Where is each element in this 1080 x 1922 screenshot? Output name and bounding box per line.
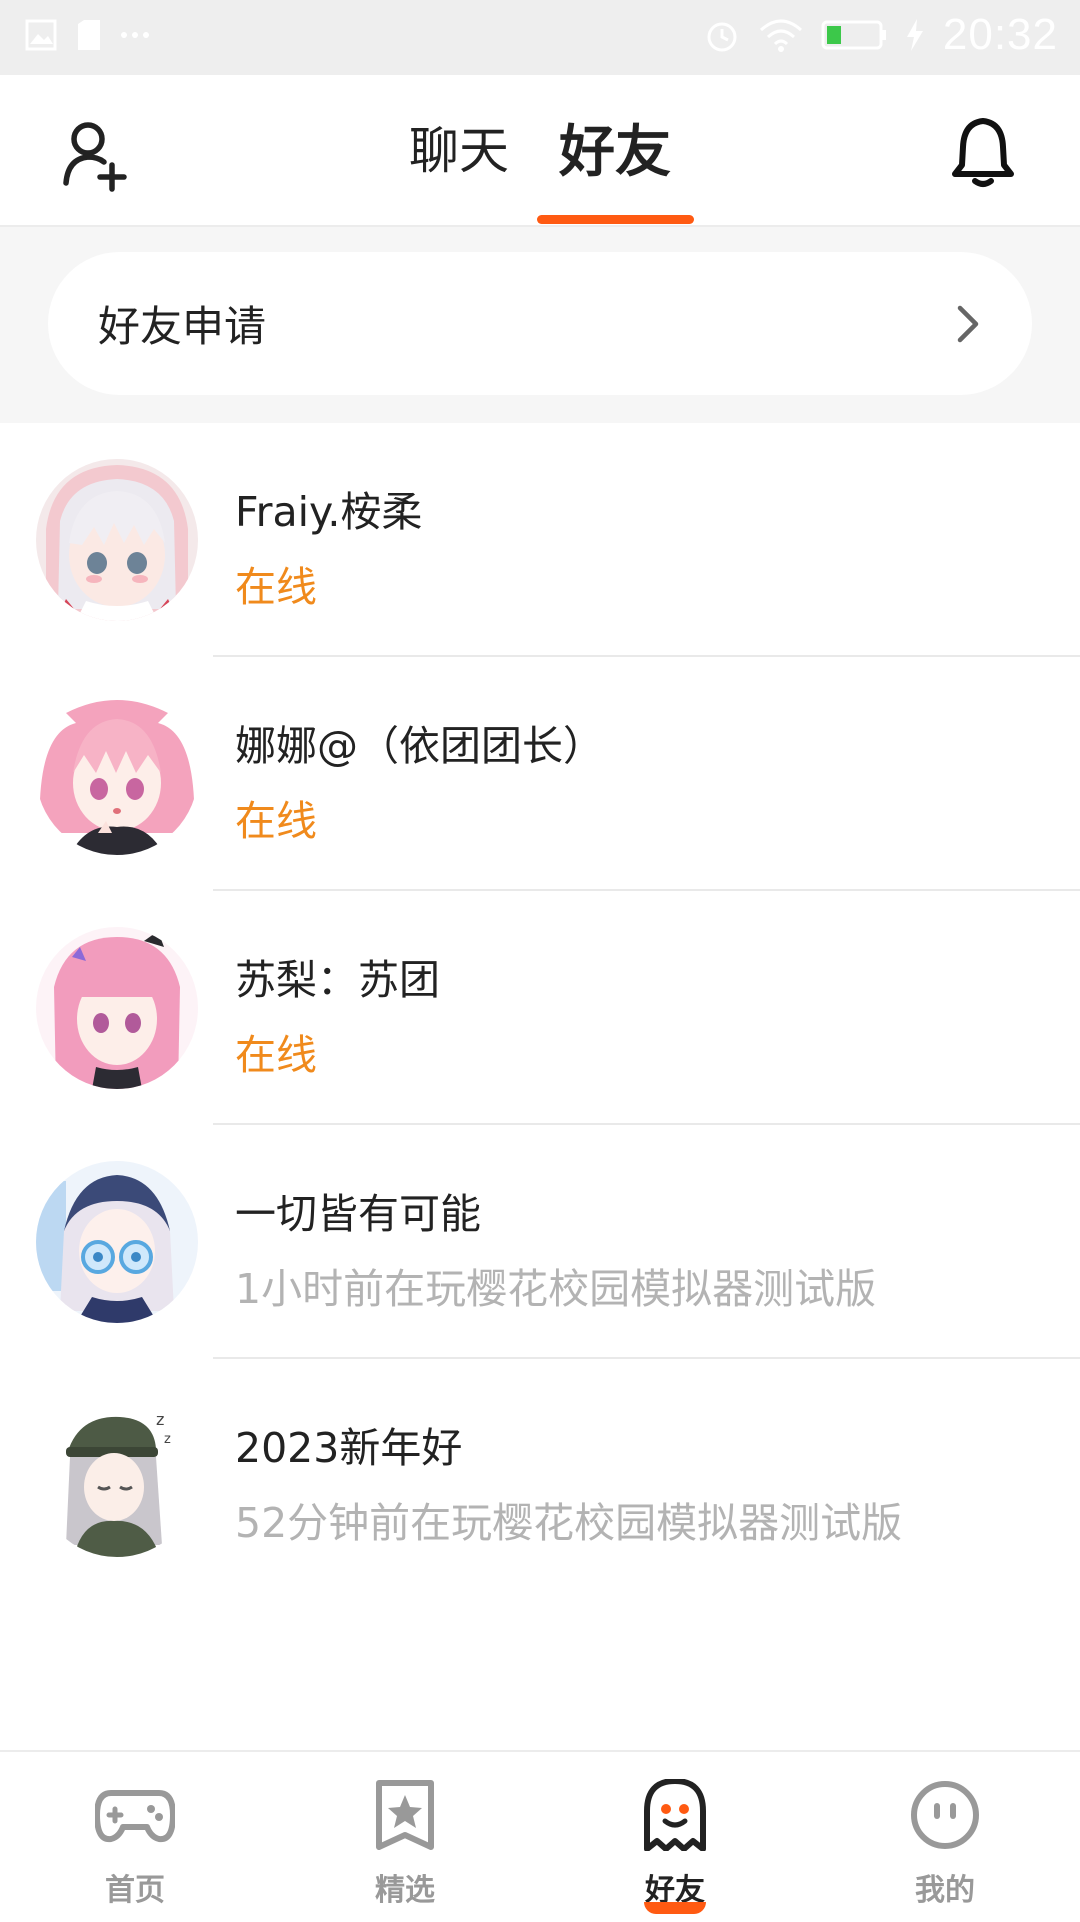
friend-status: 52分钟前在玩樱花校园模拟器测试版	[235, 1499, 903, 1547]
alarm-icon	[707, 22, 737, 52]
svg-text:z: z	[164, 1432, 171, 1447]
active-tab-indicator	[537, 215, 694, 224]
avatar: z z	[36, 1395, 198, 1557]
friend-request-section: 好友申请	[0, 227, 1080, 423]
active-nav-indicator	[644, 1902, 706, 1914]
tab-friends[interactable]: 好友	[534, 107, 696, 188]
smiley-icon	[911, 1781, 979, 1849]
friend-status: 1小时前在玩樱花校园模拟器测试版	[235, 1265, 877, 1313]
nav-label: 首页	[105, 1873, 165, 1908]
chevron-right-icon	[957, 305, 979, 343]
nav-label: 我的	[915, 1873, 975, 1908]
friend-name: 一切皆有可能	[235, 1190, 481, 1238]
bell-icon[interactable]	[950, 115, 1016, 191]
sd-card-icon	[78, 20, 100, 50]
avatar	[36, 927, 198, 1089]
list-item[interactable]: 苏梨：苏团 在线	[0, 891, 1080, 1125]
tab-chat[interactable]: 聊天	[384, 111, 534, 183]
list-item[interactable]: Fraiy.桉柔 在线	[0, 423, 1080, 657]
status-bar: 20:32	[0, 0, 1080, 75]
friend-name: 苏梨：苏团	[235, 956, 440, 1004]
nav-featured[interactable]: 精选	[270, 1752, 540, 1922]
top-header: 聊天 好友	[0, 75, 1080, 227]
nav-friends[interactable]: 好友	[540, 1752, 810, 1922]
friend-status: 在线	[235, 797, 317, 845]
avatar	[36, 459, 198, 621]
list-item[interactable]: 娜娜@（依团团长） 在线	[0, 657, 1080, 891]
nav-label: 精选	[375, 1873, 435, 1908]
friend-status: 在线	[235, 1031, 317, 1079]
friend-name: 娜娜@（依团团长）	[235, 722, 604, 770]
status-right-icons: 20:32	[703, 10, 1058, 60]
ghost-icon	[644, 1779, 706, 1851]
star-bookmark-icon	[376, 1780, 434, 1850]
friend-name: Fraiy.桉柔	[235, 488, 423, 536]
friend-request-button[interactable]: 好友申请	[48, 252, 1032, 395]
wifi-icon	[759, 19, 802, 52]
more-icon	[121, 32, 149, 38]
friend-status: 在线	[235, 563, 317, 611]
list-item[interactable]: 一切皆有可能 1小时前在玩樱花校园模拟器测试版	[0, 1125, 1080, 1359]
charging-icon	[906, 19, 923, 51]
status-time: 20:32	[942, 10, 1058, 59]
image-icon	[25, 19, 57, 51]
tab-bar: 聊天 好友	[0, 75, 1080, 225]
avatar	[36, 1161, 198, 1323]
battery-icon	[821, 20, 886, 50]
friend-request-label: 好友申请	[98, 302, 267, 351]
nav-me[interactable]: 我的	[810, 1752, 1080, 1922]
status-left-icons	[24, 18, 150, 52]
list-item[interactable]: z z 2023新年好 52分钟前在玩樱花校园模拟器测试版	[0, 1359, 1080, 1593]
friend-name: 2023新年好	[235, 1424, 463, 1472]
gamepad-icon	[95, 1790, 175, 1843]
nav-home[interactable]: 首页	[0, 1752, 270, 1922]
svg-text:z: z	[156, 1410, 164, 1429]
avatar	[36, 693, 198, 855]
bottom-nav: 首页 精选 好友 我的	[0, 1750, 1080, 1922]
